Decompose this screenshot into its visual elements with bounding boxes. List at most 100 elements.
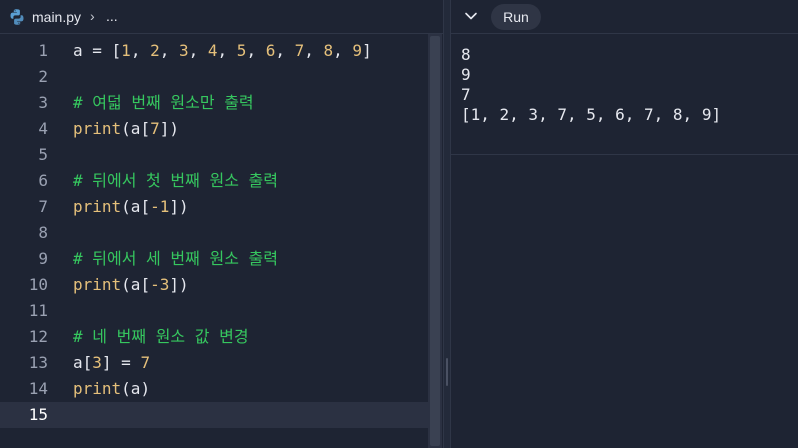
code-token: # 네 번째 원소 값 변경 bbox=[73, 327, 249, 346]
code-token: print bbox=[73, 275, 122, 294]
code-token: 2 bbox=[150, 41, 160, 60]
code-token: , bbox=[159, 41, 179, 60]
line-number: 9 bbox=[38, 249, 48, 268]
code-token: 3 bbox=[92, 353, 102, 372]
output-line: 7 bbox=[461, 85, 471, 104]
code-token: ]) bbox=[169, 197, 189, 216]
scrollbar-thumb[interactable] bbox=[430, 36, 440, 446]
code-line[interactable]: 4 print(a[7]) bbox=[0, 116, 428, 142]
line-code[interactable]: # 뒤에서 첫 번째 원소 출력 bbox=[73, 168, 278, 194]
line-code[interactable]: # 여덟 번째 원소만 출력 bbox=[73, 90, 254, 116]
ide-window: main.py › ... 1a = [1, 2, 3, 4, 5, 6, 7,… bbox=[0, 0, 798, 448]
code-line[interactable]: 13 a[3] = 7 bbox=[0, 350, 428, 376]
code-token: print bbox=[73, 379, 122, 398]
output-pane: Run 8 9 7 [1, 2, 3, 7, 5, 6, 7, 8, 9] bbox=[451, 0, 798, 448]
code-token: (a[ bbox=[121, 275, 151, 294]
code-token: , bbox=[333, 41, 353, 60]
code-token: # 뒤에서 첫 번째 원소 출력 bbox=[73, 171, 278, 190]
code-token: 8 bbox=[323, 41, 334, 60]
code-token: ] bbox=[362, 41, 372, 60]
code-token: print bbox=[73, 197, 122, 216]
code-token: a[ bbox=[73, 353, 93, 372]
code-token: 4 bbox=[207, 41, 218, 60]
code-token: 7 bbox=[140, 353, 151, 372]
code-token: 3 bbox=[178, 41, 189, 60]
line-number: 5 bbox=[38, 145, 48, 164]
code-line[interactable]: 3 # 여덟 번째 원소만 출력 bbox=[0, 90, 428, 116]
code-token: 9 bbox=[352, 41, 363, 60]
line-number: 2 bbox=[38, 67, 48, 86]
code-token: ] = bbox=[101, 353, 141, 372]
code-line[interactable]: 12 # 네 번째 원소 값 변경 bbox=[0, 324, 428, 350]
line-number: 3 bbox=[38, 93, 48, 112]
line-code[interactable]: print(a[-3]) bbox=[73, 272, 189, 298]
code-line[interactable]: 15 bbox=[0, 402, 428, 428]
code-line[interactable]: 11 bbox=[0, 298, 428, 324]
line-number: 4 bbox=[38, 119, 48, 138]
output-line: [1, 2, 3, 7, 5, 6, 7, 8, 9] bbox=[461, 105, 722, 124]
code-line[interactable]: 1a = [1, 2, 3, 4, 5, 6, 7, 8, 9] bbox=[0, 38, 428, 64]
line-code[interactable]: a = [1, 2, 3, 4, 5, 6, 7, 8, 9] bbox=[73, 38, 372, 64]
code-line[interactable]: 14 print(a) bbox=[0, 376, 428, 402]
code-line[interactable]: 6 # 뒤에서 첫 번째 원소 출력 bbox=[0, 168, 428, 194]
code-token: -3 bbox=[150, 275, 170, 294]
code-line[interactable]: 5 bbox=[0, 142, 428, 168]
python-icon bbox=[10, 9, 24, 25]
output-header: Run bbox=[451, 0, 798, 34]
output-line: 8 bbox=[461, 45, 471, 64]
console-output: 8 9 7 [1, 2, 3, 7, 5, 6, 7, 8, 9] bbox=[461, 45, 721, 125]
code-token: 1 bbox=[121, 41, 131, 60]
code-token: a = [ bbox=[73, 41, 122, 60]
line-code[interactable]: print(a[7]) bbox=[73, 116, 179, 142]
editor-pane: main.py › ... 1a = [1, 2, 3, 4, 5, 6, 7,… bbox=[0, 0, 443, 448]
line-number: 12 bbox=[28, 327, 48, 346]
line-code[interactable]: print(a[-1]) bbox=[73, 194, 189, 220]
run-button[interactable]: Run bbox=[491, 4, 541, 30]
code-token: , bbox=[130, 41, 151, 60]
code-line[interactable]: 9 # 뒤에서 세 번째 원소 출력 bbox=[0, 246, 428, 272]
line-number: 6 bbox=[38, 171, 48, 190]
code-token: , bbox=[304, 41, 324, 60]
code-token: 5 bbox=[236, 41, 247, 60]
code-token: , bbox=[188, 41, 208, 60]
code-token: (a[ bbox=[121, 197, 151, 216]
code-line[interactable]: 7 print(a[-1]) bbox=[0, 194, 428, 220]
pane-splitter[interactable] bbox=[443, 0, 451, 448]
line-number: 8 bbox=[38, 223, 48, 242]
code-token: -1 bbox=[150, 197, 170, 216]
code-token: print bbox=[73, 119, 122, 138]
code-token: ]) bbox=[169, 275, 189, 294]
editor-scrollbar[interactable] bbox=[428, 34, 442, 448]
line-number: 15 bbox=[28, 405, 48, 424]
code-line[interactable]: 8 bbox=[0, 220, 428, 246]
code-line[interactable]: 10 print(a[-3]) bbox=[0, 272, 428, 298]
code-token: 7 bbox=[294, 41, 305, 60]
code-token: 6 bbox=[265, 41, 276, 60]
line-number: 13 bbox=[28, 353, 48, 372]
line-number: 14 bbox=[28, 379, 48, 398]
breadcrumb-separator: › bbox=[90, 8, 95, 24]
line-number: 1 bbox=[38, 41, 48, 60]
code-editor[interactable]: 1a = [1, 2, 3, 4, 5, 6, 7, 8, 9] 2 3 # 여덟 번… bbox=[0, 38, 428, 448]
line-number: 10 bbox=[28, 275, 48, 294]
editor-header: main.py › ... bbox=[0, 0, 443, 34]
code-token: , bbox=[217, 41, 237, 60]
breadcrumb-more[interactable]: ... bbox=[106, 8, 118, 24]
code-token: (a) bbox=[121, 379, 151, 398]
output-divider bbox=[451, 154, 798, 155]
code-token: # 뒤에서 세 번째 원소 출력 bbox=[73, 249, 278, 268]
line-number: 11 bbox=[28, 301, 48, 320]
splitter-grip[interactable] bbox=[446, 358, 448, 386]
code-token: , bbox=[275, 41, 295, 60]
code-token: , bbox=[246, 41, 266, 60]
code-token: # 여덟 번째 원소만 출력 bbox=[73, 93, 254, 112]
line-code[interactable]: # 뒤에서 세 번째 원소 출력 bbox=[73, 246, 278, 272]
code-token: ]) bbox=[159, 119, 179, 138]
line-number: 7 bbox=[38, 197, 48, 216]
line-code[interactable]: print(a) bbox=[73, 376, 150, 402]
chevron-down-icon[interactable] bbox=[464, 9, 478, 23]
code-line[interactable]: 2 bbox=[0, 64, 428, 90]
file-tab-name[interactable]: main.py bbox=[32, 9, 81, 25]
line-code[interactable]: # 네 번째 원소 값 변경 bbox=[73, 324, 249, 350]
line-code[interactable]: a[3] = 7 bbox=[73, 350, 150, 376]
